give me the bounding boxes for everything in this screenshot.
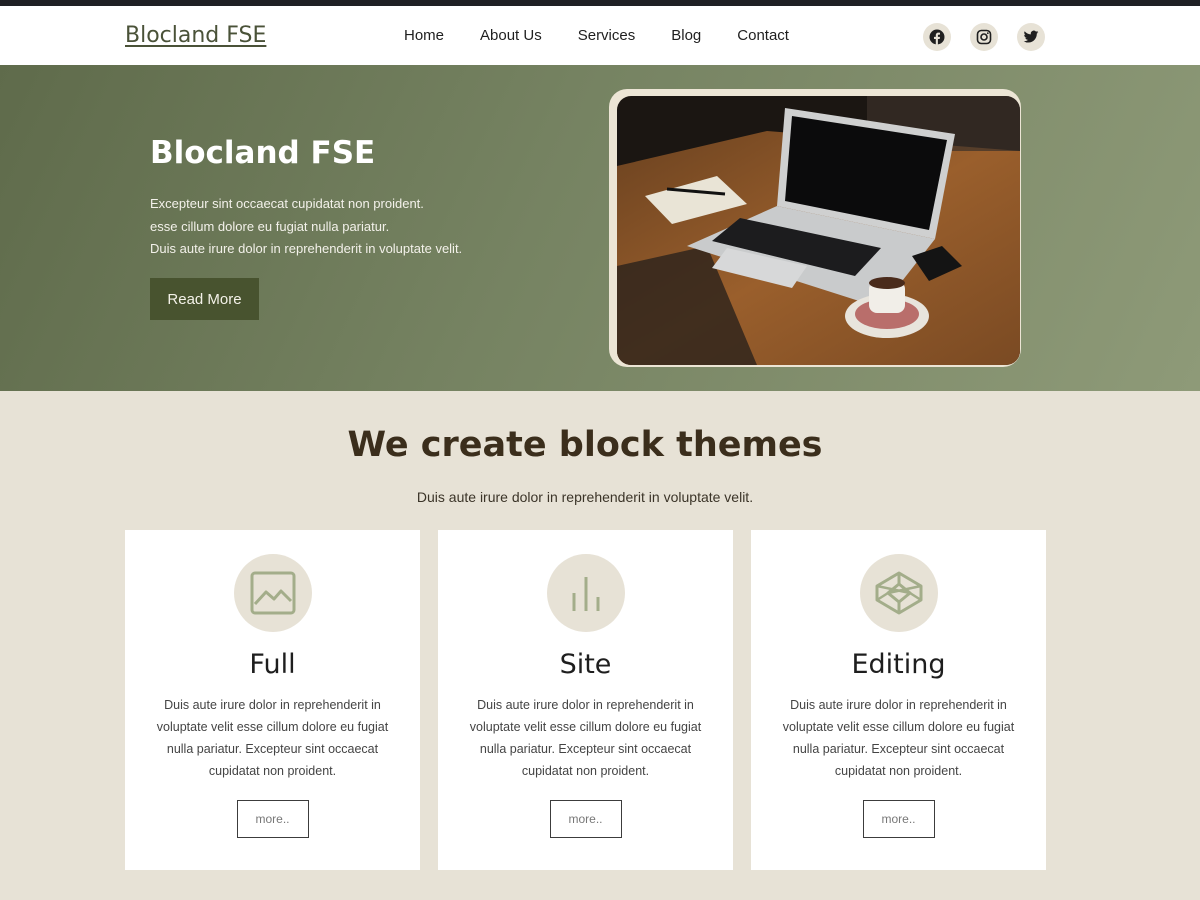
more-button[interactable]: more.. — [862, 800, 935, 838]
card-text: Duis aute irure dolor in reprehenderit i… — [782, 698, 1015, 778]
read-more-button[interactable]: Read More — [150, 278, 259, 320]
hero-line: esse cillum dolore eu fugiat nulla paria… — [150, 218, 390, 234]
more-button[interactable]: more.. — [549, 800, 622, 838]
site-header: Blocland FSE Home About Us Services Blog… — [0, 6, 1200, 65]
section-title: We create block themes — [347, 425, 823, 465]
hero-line: Excepteur sint occaecat cupidatat non pr… — [150, 196, 424, 211]
hero-line: Duis aute irure dolor in reprehenderit i… — [150, 241, 463, 256]
nav-contact[interactable]: Contact — [737, 27, 789, 44]
hero-title: Blocland FSE — [150, 135, 376, 171]
site-title-link[interactable]: Blocland FSE — [125, 23, 266, 48]
instagram-icon[interactable] — [970, 23, 998, 51]
nav-about-us[interactable]: About Us — [480, 27, 542, 44]
card-text: Duis aute irure dolor in reprehenderit i… — [156, 698, 389, 778]
card-title: Editing — [851, 649, 946, 680]
social-links — [923, 23, 1045, 51]
card-title: Site — [559, 649, 612, 680]
feature-card: Editing Duis aute irure dolor in reprehe… — [751, 530, 1046, 870]
nav-blog[interactable]: Blog — [671, 27, 701, 44]
section-subtitle: Duis aute irure dolor in reprehenderit i… — [416, 489, 754, 505]
feature-card: Full Duis aute irure dolor in reprehende… — [125, 530, 420, 870]
twitter-icon[interactable] — [1017, 23, 1045, 51]
bar-chart-icon — [546, 554, 625, 632]
feature-cards: Full Duis aute irure dolor in reprehende… — [125, 530, 1046, 870]
nav-home[interactable]: Home — [404, 27, 444, 44]
main-nav: Home About Us Services Blog Contact — [404, 6, 825, 65]
hero-image-frame — [609, 89, 1021, 367]
card-text: Duis aute irure dolor in reprehenderit i… — [469, 698, 702, 778]
codepen-icon — [859, 554, 938, 632]
hero-description: Excepteur sint occaecat cupidatat non pr… — [150, 193, 462, 261]
hero-section: Blocland FSE Excepteur sint occaecat cup… — [0, 65, 1200, 391]
facebook-icon[interactable] — [923, 23, 951, 51]
feature-card: Site Duis aute irure dolor in reprehende… — [438, 530, 733, 870]
nav-services[interactable]: Services — [578, 27, 636, 44]
image-icon — [233, 554, 312, 632]
card-title: Full — [249, 649, 296, 680]
more-button[interactable]: more.. — [236, 800, 309, 838]
laptop-desk-photo — [617, 96, 1020, 365]
